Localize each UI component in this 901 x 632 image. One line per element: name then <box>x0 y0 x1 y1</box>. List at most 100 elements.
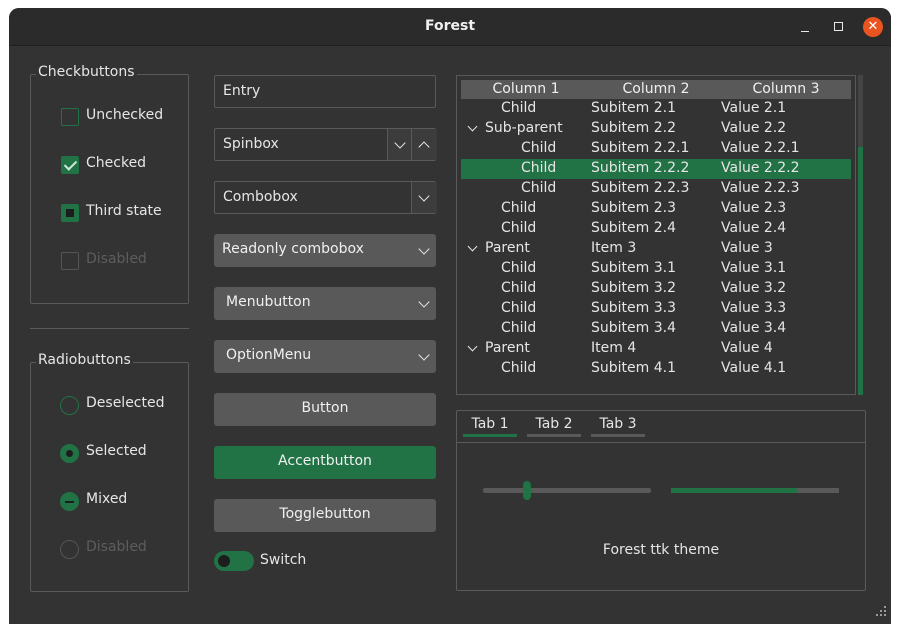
button[interactable]: Button <box>214 393 436 426</box>
cell-column-3: Value 3.2 <box>721 280 787 296</box>
column-header[interactable]: Column 3 <box>721 81 851 97</box>
accent-button[interactable]: Accentbutton <box>214 446 436 479</box>
cell-column-1: Child <box>501 320 537 336</box>
table-row[interactable]: Child Subitem 3.1 Value 3.1 <box>461 259 851 279</box>
cell-column-3: Value 2.2.2 <box>721 160 800 176</box>
combobox-dropdown-button[interactable] <box>411 182 437 213</box>
tab-3[interactable]: Tab 3 <box>591 416 645 432</box>
checkbox-label: Checked <box>86 155 147 171</box>
radio-label: Deselected <box>86 395 165 411</box>
table-row[interactable]: Child Subitem 3.3 Value 3.3 <box>461 299 851 319</box>
table-row[interactable]: Child Subitem 2.2.1 Value 2.2.1 <box>461 139 851 159</box>
chevron-down-icon[interactable] <box>467 241 478 252</box>
entry-field[interactable]: Entry <box>214 75 436 108</box>
radio-selected[interactable] <box>60 444 79 463</box>
checkbox-unchecked[interactable] <box>61 108 79 126</box>
spinbox[interactable]: Spinbox <box>214 128 437 161</box>
table-row[interactable]: Parent Item 4 Value 4 <box>461 339 851 359</box>
resize-grip-icon[interactable] <box>872 604 888 620</box>
chevron-down-icon <box>394 137 406 149</box>
spinbox-down-button[interactable] <box>387 129 413 160</box>
cell-column-2: Subitem 2.2.1 <box>591 140 690 156</box>
window-title: Forest <box>424 18 476 34</box>
cell-column-3: Value 4 <box>721 340 773 356</box>
toggle-button[interactable]: Togglebutton <box>214 499 436 532</box>
table-row[interactable]: Child Subitem 2.2.2 Value 2.2.2 <box>461 159 851 179</box>
table-row[interactable]: Child Subitem 2.2.3 Value 2.2.3 <box>461 179 851 199</box>
cell-column-3: Value 4.1 <box>721 360 787 376</box>
chevron-down-icon <box>418 349 430 361</box>
title-bar[interactable]: Forest ✕ <box>9 8 891 46</box>
radio-mixed[interactable] <box>60 492 79 511</box>
chevron-down-icon <box>418 190 430 202</box>
radio-deselected[interactable] <box>60 396 79 415</box>
menubutton-label: Menubutton <box>226 294 311 310</box>
tab-divider <box>457 442 865 443</box>
cell-column-2: Subitem 2.1 <box>591 100 676 116</box>
optionmenu-value: OptionMenu <box>226 347 312 363</box>
cell-column-3: Value 2.2.3 <box>721 180 800 196</box>
table-row[interactable]: Parent Item 3 Value 3 <box>461 239 851 259</box>
treeview-scrollbar[interactable] <box>858 75 863 395</box>
cell-column-2: Subitem 2.3 <box>591 200 676 216</box>
cell-column-2: Subitem 3.3 <box>591 300 676 316</box>
maximize-icon[interactable] <box>829 17 849 37</box>
radio-label: Selected <box>86 443 147 459</box>
radio-label: Disabled <box>86 539 147 555</box>
tab-1-indicator <box>463 434 517 437</box>
progressbar-fill <box>671 488 797 493</box>
menubutton[interactable]: Menubutton <box>214 287 436 320</box>
table-row[interactable]: Child Subitem 2.4 Value 2.4 <box>461 219 851 239</box>
radio-label: Mixed <box>86 491 128 507</box>
radio-disabled <box>60 540 79 559</box>
spinbox-up-button[interactable] <box>411 129 437 160</box>
cell-column-1: Sub-parent <box>485 120 563 136</box>
cell-column-1: Child <box>521 140 557 156</box>
table-row[interactable]: Child Subitem 3.2 Value 3.2 <box>461 279 851 299</box>
cell-column-2: Subitem 3.4 <box>591 320 676 336</box>
switch-toggle[interactable] <box>214 551 254 571</box>
readonly-combobox[interactable]: Readonly combobox <box>214 234 436 267</box>
scrollbar-thumb[interactable] <box>858 147 863 395</box>
theme-label: Forest ttk theme <box>602 542 720 558</box>
tab-1[interactable]: Tab 1 <box>463 416 517 432</box>
checkbox-third-state[interactable] <box>61 204 79 222</box>
scale-track[interactable] <box>483 488 651 493</box>
tab-3-indicator <box>591 434 645 437</box>
cell-column-3: Value 3.3 <box>721 300 787 316</box>
cell-column-2: Subitem 3.2 <box>591 280 676 296</box>
cell-column-3: Value 2.4 <box>721 220 787 236</box>
progressbar <box>671 488 839 493</box>
table-row[interactable]: Child Subitem 2.3 Value 2.3 <box>461 199 851 219</box>
accent-button-label: Accentbutton <box>278 453 372 469</box>
tab-2[interactable]: Tab 2 <box>527 416 581 432</box>
minimize-icon[interactable] <box>795 17 815 37</box>
cell-column-2: Item 4 <box>591 340 637 356</box>
checkbox-checked[interactable] <box>61 156 79 174</box>
separator <box>30 328 189 329</box>
optionmenu[interactable]: OptionMenu <box>214 340 436 373</box>
treeview[interactable]: Column 1 Column 2 Column 3 Child Subitem … <box>456 75 856 395</box>
chevron-down-icon[interactable] <box>467 121 478 132</box>
checkbox-disabled <box>61 252 79 270</box>
chevron-down-icon <box>418 296 430 308</box>
cell-column-3: Value 3.1 <box>721 260 787 276</box>
column-header[interactable]: Column 2 <box>591 81 721 97</box>
close-icon[interactable]: ✕ <box>863 17 883 37</box>
table-row[interactable]: Child Subitem 3.4 Value 3.4 <box>461 319 851 339</box>
cell-column-1: Child <box>501 360 537 376</box>
cell-column-1: Child <box>501 280 537 296</box>
cell-column-1: Child <box>501 100 537 116</box>
scale-handle[interactable] <box>522 481 531 500</box>
table-row[interactable]: Child Subitem 4.1 Value 4.1 <box>461 359 851 379</box>
cell-column-1: Parent <box>485 340 530 356</box>
combobox[interactable]: Combobox <box>214 181 437 214</box>
radiobuttons-frame-label: Radiobuttons <box>36 352 133 368</box>
treeview-header: Column 1 Column 2 Column 3 <box>461 80 851 99</box>
column-header[interactable]: Column 1 <box>461 81 591 97</box>
checkbox-label: Disabled <box>86 251 147 267</box>
cell-column-1: Child <box>501 300 537 316</box>
table-row[interactable]: Sub-parent Subitem 2.2 Value 2.2 <box>461 119 851 139</box>
table-row[interactable]: Child Subitem 2.1 Value 2.1 <box>461 99 851 119</box>
chevron-down-icon[interactable] <box>467 341 478 352</box>
